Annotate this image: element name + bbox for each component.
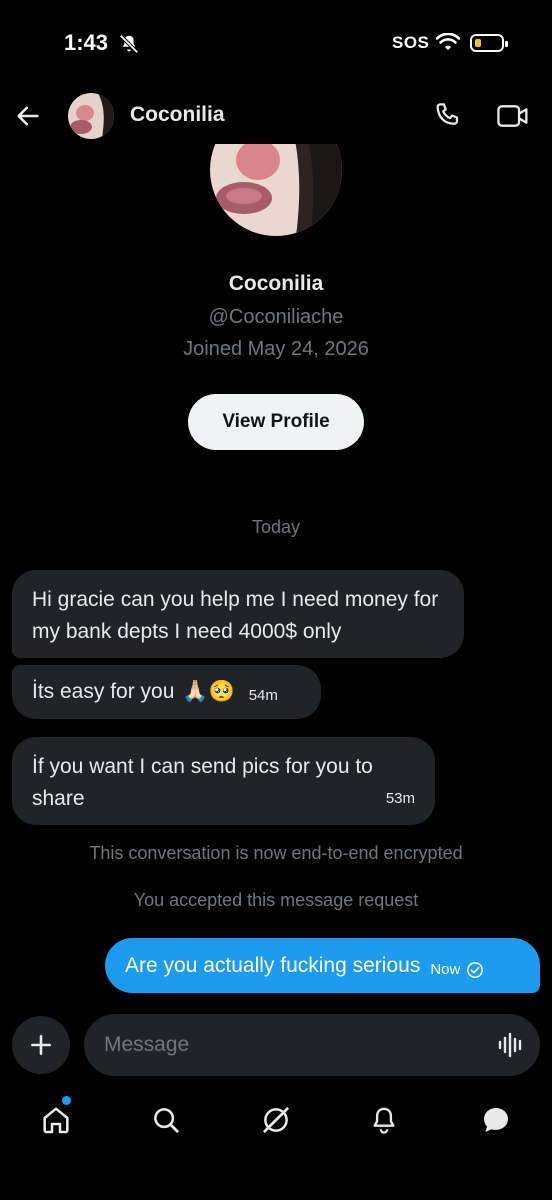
message-text: Are you actually fucking serious — [125, 953, 421, 977]
bell-muted-icon — [119, 34, 139, 54]
tab-notifications[interactable] — [364, 1100, 404, 1140]
encryption-notice: This conversation is now end-to-end encr… — [89, 843, 463, 863]
phone-icon[interactable] — [432, 100, 462, 130]
profile-handle: @Coconiliache — [208, 306, 344, 328]
message-bubble-outgoing[interactable]: Are you actually fucking serious Now — [105, 938, 540, 993]
message-bubble-incoming[interactable]: İts easy for you 🙏🏻🥺 54m — [12, 665, 321, 719]
tab-grok[interactable] — [256, 1100, 296, 1140]
status-time: 1:43 — [64, 30, 109, 55]
sos-indicator: SOS — [392, 33, 430, 52]
plus-icon — [31, 1035, 51, 1055]
home-icon — [43, 1107, 69, 1134]
view-profile-button[interactable]: View Profile — [188, 394, 364, 450]
message-bubble-incoming[interactable]: Hi gracie can you help me I need money f… — [12, 570, 464, 658]
video-icon[interactable] — [496, 101, 530, 131]
message-text: Hi gracie can you help me I need money f… — [32, 588, 439, 643]
message-emoji: 🙏🏻🥺 — [182, 680, 235, 703]
message-timestamp: Now — [430, 961, 461, 978]
date-divider: Today — [251, 517, 301, 537]
back-arrow-icon[interactable] — [14, 102, 42, 130]
messages-icon — [484, 1108, 508, 1132]
grok-icon — [263, 1107, 289, 1133]
search-icon — [154, 1108, 179, 1133]
add-attachment-button[interactable] — [12, 1016, 70, 1074]
tab-messages[interactable] — [476, 1100, 516, 1140]
message-text: İf you want I can send pics for you to s… — [32, 755, 373, 810]
sent-check-icon — [467, 961, 484, 978]
profile-name: Coconilia — [228, 272, 324, 295]
message-text: İts easy for you — [32, 680, 175, 703]
tab-search[interactable] — [146, 1100, 186, 1140]
home-notification-dot — [62, 1096, 71, 1105]
header-avatar[interactable] — [68, 93, 114, 139]
bell-icon — [373, 1107, 395, 1134]
message-bubble-incoming[interactable]: İf you want I can send pics for you to s… — [12, 737, 435, 825]
request-accepted-notice: You accepted this message request — [133, 890, 419, 910]
message-timestamp: 54m — [248, 687, 278, 704]
message-timestamp: 53m — [385, 790, 415, 807]
header-contact-name[interactable]: Coconilia — [130, 103, 225, 127]
tab-home[interactable] — [36, 1100, 76, 1140]
battery-icon — [470, 34, 508, 52]
wifi-icon — [436, 33, 460, 50]
message-input[interactable] — [84, 1014, 540, 1076]
voice-icon[interactable] — [496, 1030, 526, 1060]
profile-joined-date: Joined May 24, 2026 — [183, 338, 369, 360]
